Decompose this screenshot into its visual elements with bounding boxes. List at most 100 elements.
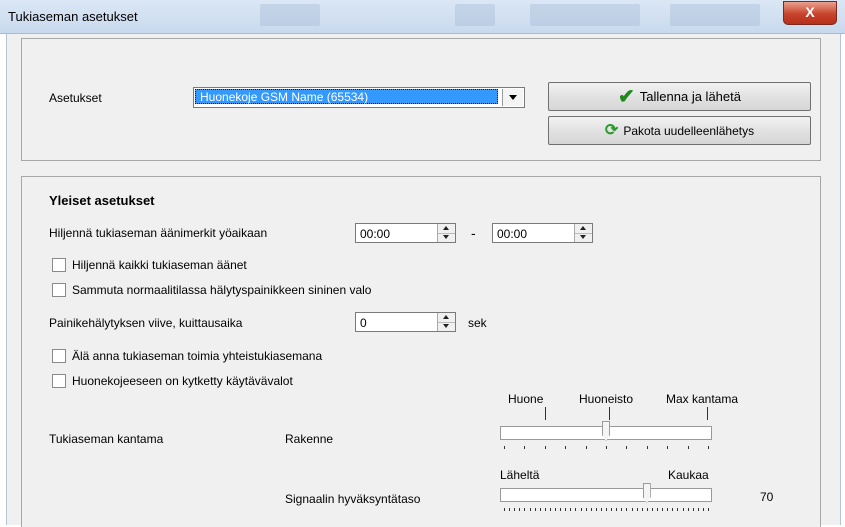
structure-mark-tick xyxy=(609,407,610,420)
slider-tick xyxy=(667,508,668,511)
slider-tick xyxy=(667,446,668,449)
corridor-lights-label: Huonekojeeseen on kytketty käytävävalot xyxy=(72,374,293,388)
settings-dropdown[interactable]: Huonekoje GSM Name (65534) xyxy=(193,87,525,108)
silence-end-time-spinner[interactable]: 00:00 xyxy=(492,223,593,243)
slider-tick xyxy=(545,446,546,449)
slider-tick xyxy=(621,508,622,511)
alarm-delay-unit: sek xyxy=(468,316,487,330)
slider-tick xyxy=(519,508,520,511)
slider-tick xyxy=(565,446,566,449)
no-common-station-checkbox[interactable] xyxy=(52,349,66,363)
slider-tick xyxy=(632,508,633,511)
signal-threshold-label: Signaalin hyväksyntätaso xyxy=(285,492,421,506)
slider-tick xyxy=(647,508,648,511)
background-window-blur xyxy=(530,4,640,26)
alarm-delay-label: Painikehälytyksen viive, kuittausaika xyxy=(49,316,243,330)
structure-mark-apartment: Huoneisto xyxy=(579,392,634,406)
slider-tick xyxy=(591,508,592,511)
settings-label: Asetukset xyxy=(49,91,102,105)
spinner-down-icon[interactable] xyxy=(438,322,455,331)
slider-tick xyxy=(688,508,689,511)
refresh-icon: ⟳ xyxy=(604,121,619,139)
slider-tick xyxy=(524,446,525,449)
spinner-buttons xyxy=(574,224,592,242)
slider-tick xyxy=(708,508,709,511)
slider-tick xyxy=(611,508,612,511)
slider-tick xyxy=(677,508,678,511)
slider-tick xyxy=(524,508,525,511)
title-bar[interactable]: Tukiaseman asetukset X xyxy=(0,0,845,34)
slider-tick xyxy=(586,446,587,449)
alarm-delay-spinner[interactable]: 0 xyxy=(355,312,456,332)
slider-tick xyxy=(703,508,704,511)
slider-tick xyxy=(672,508,673,511)
slider-tick xyxy=(555,508,556,511)
blue-light-off-label: Sammuta normaalitilassa hälytyspainikkee… xyxy=(72,283,372,297)
slider-tick xyxy=(540,508,541,511)
slider-tick xyxy=(565,508,566,511)
spinner-buttons xyxy=(437,224,455,242)
general-settings-heading: Yleiset asetukset xyxy=(49,193,155,208)
signal-near-label: Läheltä xyxy=(500,468,540,482)
slider-tick xyxy=(708,446,709,449)
slider-tick xyxy=(626,446,627,449)
slider-tick xyxy=(581,508,582,511)
silence-start-time-value: 00:00 xyxy=(360,227,391,241)
slider-tick xyxy=(560,508,561,511)
slider-tick xyxy=(626,508,627,511)
structure-mark-room: Huone xyxy=(508,392,544,406)
slider-tick xyxy=(637,508,638,511)
spinner-down-icon[interactable] xyxy=(575,233,592,242)
slider-tick xyxy=(683,508,684,511)
close-icon: X xyxy=(805,4,815,20)
slider-tick xyxy=(698,508,699,511)
slider-tick xyxy=(509,508,510,511)
slider-tick xyxy=(575,508,576,511)
signal-slider-track[interactable] xyxy=(500,488,712,502)
slider-tick xyxy=(570,508,571,511)
force-resend-label: Pakota uudelleenlähetys xyxy=(623,123,755,138)
spinner-down-icon[interactable] xyxy=(438,233,455,242)
alarm-delay-value: 0 xyxy=(360,316,367,330)
slider-tick xyxy=(530,508,531,511)
background-window-blur xyxy=(260,4,320,26)
background-window-blur xyxy=(455,4,495,26)
slider-tick xyxy=(616,508,617,511)
save-and-send-label: Tallenna ja lähetä xyxy=(639,89,741,104)
chevron-down-icon[interactable] xyxy=(502,89,523,106)
silence-start-time-spinner[interactable]: 00:00 xyxy=(355,223,456,243)
slider-tick xyxy=(606,508,607,511)
mute-all-label: Hiljennä kaikki tukiaseman äänet xyxy=(72,258,247,272)
slider-tick xyxy=(693,508,694,511)
mute-all-checkbox[interactable] xyxy=(52,258,66,272)
slider-tick xyxy=(652,508,653,511)
slider-tick xyxy=(504,446,505,449)
time-range-dash: - xyxy=(471,225,476,241)
close-button[interactable]: X xyxy=(783,1,837,25)
slider-tick xyxy=(662,508,663,511)
slider-tick xyxy=(647,446,648,449)
structure-mark-tick xyxy=(545,407,546,420)
slider-tick xyxy=(550,508,551,511)
slider-tick xyxy=(514,508,515,511)
slider-tick xyxy=(504,508,505,511)
force-resend-button[interactable]: ⟳ Pakota uudelleenlähetys xyxy=(548,116,811,145)
slider-tick xyxy=(601,508,602,511)
slider-tick xyxy=(586,508,587,511)
structure-mark-tick xyxy=(707,407,708,420)
structure-label: Rakenne xyxy=(285,432,334,446)
settings-dropdown-value: Huonekoje GSM Name (65534) xyxy=(195,89,498,104)
signal-far-label: Kaukaa xyxy=(668,468,709,482)
station-range-label: Tukiaseman kantama xyxy=(49,432,164,446)
no-common-station-label: Älä anna tukiaseman toimia yhteistukiase… xyxy=(72,349,323,363)
window-title: Tukiaseman asetukset xyxy=(8,9,138,24)
blue-light-off-checkbox[interactable] xyxy=(52,283,66,297)
save-and-send-button[interactable]: ✔ Tallenna ja lähetä xyxy=(548,82,811,111)
spinner-buttons xyxy=(437,313,455,331)
night-silence-label: Hiljennä tukiaseman äänimerkit yöaikaan xyxy=(49,226,268,240)
slider-tick xyxy=(642,508,643,511)
slider-tick xyxy=(657,508,658,511)
slider-tick xyxy=(545,508,546,511)
signal-threshold-value: 70 xyxy=(760,490,774,504)
corridor-lights-checkbox[interactable] xyxy=(52,374,66,388)
